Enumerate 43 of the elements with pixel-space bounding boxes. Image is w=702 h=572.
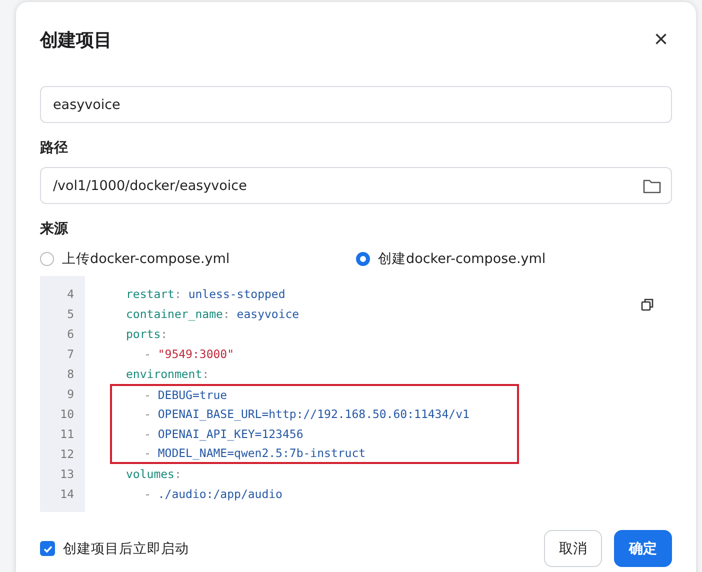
line-number: 13 bbox=[59, 466, 74, 483]
dialog-title: 创建项目 bbox=[40, 29, 112, 52]
radio-label: 上传docker-compose.yml bbox=[62, 250, 230, 268]
field-label: 路径 bbox=[40, 139, 69, 157]
radio-label: 创建docker-compose.yml bbox=[378, 250, 546, 268]
highlighted-code-line: - MODEL_NAME=qwen2.5:7b-instruct bbox=[110, 444, 519, 464]
radio-icon[interactable] bbox=[40, 252, 54, 266]
code-line: container_name: easyvoice bbox=[125, 306, 300, 323]
input-field[interactable]: easyvoice bbox=[40, 86, 672, 123]
code-line: volumes: bbox=[125, 466, 182, 483]
line-number: 5 bbox=[66, 306, 74, 323]
line-number: 8 bbox=[66, 366, 74, 383]
code-line: - "9549:3000" bbox=[143, 346, 236, 363]
line-number: 7 bbox=[66, 346, 74, 363]
code-line: - ./audio:/app/audio bbox=[143, 486, 284, 503]
line-number: 12 bbox=[59, 446, 74, 463]
section-label: 来源 bbox=[40, 220, 70, 238]
code-line: ports: bbox=[125, 326, 169, 343]
line-number: 6 bbox=[66, 326, 74, 343]
highlighted-code-line: - OPENAI_API_KEY=123456 bbox=[110, 424, 519, 444]
line-number: 14 bbox=[59, 486, 74, 503]
checkbox-icon[interactable] bbox=[40, 541, 55, 556]
folder-icon[interactable] bbox=[643, 178, 661, 194]
line-number: 4 bbox=[66, 286, 74, 303]
path-field[interactable]: /vol1/1000/docker/easyvoice bbox=[40, 167, 672, 204]
radio-icon[interactable] bbox=[356, 252, 370, 266]
field-value: easyvoice bbox=[53, 96, 120, 112]
field-value: /vol1/1000/docker/easyvoice bbox=[53, 178, 247, 194]
radio-option[interactable]: 创建docker-compose.yml bbox=[356, 250, 672, 268]
confirm-button[interactable]: 确定 bbox=[614, 530, 672, 567]
autostart-checkbox[interactable]: 创建项目后立即启动 bbox=[40, 540, 189, 558]
code-line: restart: unless-stopped bbox=[125, 286, 286, 303]
line-number: 10 bbox=[59, 406, 74, 423]
radio-option[interactable]: 上传docker-compose.yml bbox=[40, 250, 356, 268]
line-number: 9 bbox=[66, 386, 74, 403]
highlighted-code-line: - OPENAI_BASE_URL=http://192.168.50.60:11434/v1 bbox=[110, 404, 519, 424]
highlighted-code-line: - DEBUG=true bbox=[110, 384, 519, 404]
copy-icon[interactable] bbox=[641, 298, 654, 311]
line-number: 11 bbox=[59, 426, 74, 443]
close-button[interactable]: × bbox=[650, 26, 672, 54]
code-line: environment: bbox=[125, 366, 210, 383]
checkbox-label: 创建项目后立即启动 bbox=[63, 540, 189, 558]
cancel-button[interactable]: 取消 bbox=[544, 530, 602, 567]
